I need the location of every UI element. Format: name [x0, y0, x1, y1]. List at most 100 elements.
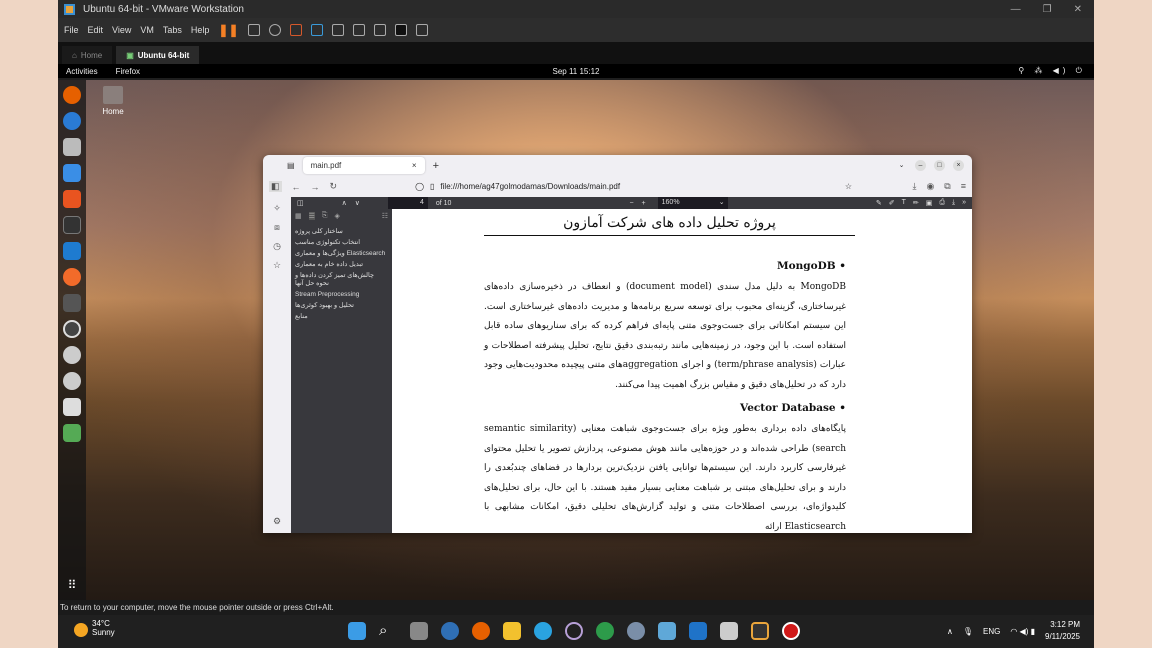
- notepad-icon[interactable]: [720, 622, 738, 640]
- outline-item[interactable]: تحلیل و بهبود کوئری‌ها: [295, 302, 388, 310]
- bookmark-star-icon[interactable]: ☆: [845, 182, 852, 191]
- updater-icon[interactable]: [63, 320, 81, 338]
- show-hidden-icons[interactable]: ∧: [947, 627, 953, 636]
- menu-edit[interactable]: Edit: [88, 25, 104, 35]
- tab-main-pdf[interactable]: main.pdf ×: [302, 157, 425, 174]
- outline-item[interactable]: تبدیل داده خام به معماری: [295, 261, 388, 269]
- outline-item[interactable]: انتخاب تکنولوژی مناسب: [295, 239, 388, 247]
- vscode-icon[interactable]: [63, 242, 81, 260]
- outline-item[interactable]: ساختار کلی پروژه: [295, 228, 388, 236]
- attachments-icon[interactable]: ⎘: [322, 212, 328, 220]
- downloads-icon[interactable]: ⤓: [912, 181, 916, 192]
- menu-help[interactable]: Help: [191, 25, 210, 35]
- task-view-icon[interactable]: [410, 622, 428, 640]
- back-button[interactable]: ←: [292, 182, 301, 192]
- zoom-select[interactable]: 160% ⌄: [657, 197, 728, 209]
- weather-widget[interactable]: 34°C Sunny: [74, 619, 115, 637]
- page-number-input[interactable]: 4: [387, 197, 428, 209]
- extensions-icon[interactable]: ⧉: [944, 181, 950, 192]
- system-tray-icons[interactable]: ⚲ ⁂ ◀) ⏻: [1018, 66, 1086, 76]
- microphone-icon[interactable]: 🎙︎: [963, 627, 973, 636]
- drive-icon[interactable]: [63, 398, 81, 416]
- prev-page-button[interactable]: ∧: [342, 199, 347, 207]
- ai-icon[interactable]: ✧: [273, 203, 281, 214]
- close-tab-icon[interactable]: ×: [412, 161, 417, 170]
- tab-home[interactable]: ⌂ Home: [62, 46, 113, 64]
- menu-tabs[interactable]: Tabs: [163, 25, 182, 35]
- software-icon[interactable]: [63, 190, 81, 208]
- network-volume-battery-icons[interactable]: ◠ ◀) ▮: [1010, 627, 1035, 636]
- image-icon[interactable]: ▣: [926, 199, 933, 207]
- menu-vm[interactable]: VM: [140, 25, 154, 35]
- app-menu[interactable]: Firefox: [116, 67, 140, 76]
- menu-file[interactable]: File: [64, 25, 79, 35]
- pause-icon[interactable]: ❚❚: [218, 23, 238, 37]
- outline-item[interactable]: Elasticsearch ویژگی‌ها و معماری: [295, 250, 388, 258]
- sidebar-toggle-icon[interactable]: ◧: [269, 181, 282, 192]
- ink-icon[interactable]: ✏: [913, 199, 919, 207]
- send-ctrl-alt-del-icon[interactable]: [247, 24, 260, 36]
- ff-close-button[interactable]: ×: [953, 160, 964, 171]
- settings-icon[interactable]: ⚙: [273, 516, 281, 527]
- tab-ubuntu[interactable]: ▣ Ubuntu 64-bit: [116, 46, 200, 64]
- toggle-outline-icon[interactable]: ◫: [297, 199, 304, 207]
- settings-taskbar-icon[interactable]: [627, 622, 645, 640]
- trash-icon[interactable]: [63, 424, 81, 442]
- highlight-icon[interactable]: ✎: [876, 199, 882, 207]
- account-icon[interactable]: ◉: [926, 181, 934, 192]
- save-icon[interactable]: ⤓: [952, 199, 955, 207]
- system-monitor-icon[interactable]: [63, 294, 81, 312]
- stretch-icon[interactable]: [415, 24, 428, 36]
- desktop-home-icon[interactable]: Home: [100, 86, 126, 116]
- download-manager-icon[interactable]: [596, 622, 614, 640]
- language-indicator[interactable]: ENG: [983, 627, 1000, 636]
- snapshot-manager-icon[interactable]: [310, 24, 323, 36]
- bookmarks-icon[interactable]: ☆: [273, 260, 281, 271]
- print-icon[interactable]: ⎙: [939, 199, 945, 207]
- next-page-button[interactable]: ∨: [355, 199, 360, 207]
- start-icon[interactable]: [348, 622, 366, 640]
- activities-button[interactable]: Activities: [66, 67, 98, 76]
- draw-icon[interactable]: ✐: [889, 199, 895, 207]
- reload-button[interactable]: ↻: [330, 181, 338, 192]
- monitor-app-icon[interactable]: [689, 622, 707, 640]
- tab-list-icon[interactable]: ▤: [287, 161, 295, 170]
- outline-item[interactable]: Stream Preprocessing: [295, 291, 388, 299]
- maximize-button[interactable]: ❐: [1043, 4, 1052, 15]
- zoom-out-button[interactable]: −: [629, 200, 633, 207]
- more-tools-icon[interactable]: »: [962, 199, 966, 207]
- outline-item[interactable]: منابع: [295, 313, 388, 321]
- terminal-icon[interactable]: [63, 216, 81, 234]
- search-icon[interactable]: ⌕: [379, 622, 397, 640]
- synced-tabs-icon[interactable]: ⧈: [274, 222, 280, 233]
- new-tab-button[interactable]: +: [433, 160, 439, 172]
- url-bar[interactable]: ◯ ▯ file:///home/ag47golmodamas/Downloads/…: [407, 179, 852, 195]
- thumbnail-icon[interactable]: [352, 24, 365, 36]
- control-panel-icon[interactable]: [658, 622, 676, 640]
- minimize-button[interactable]: —: [1011, 4, 1021, 15]
- media-player-icon[interactable]: [565, 622, 583, 640]
- firefox-taskbar-icon[interactable]: [472, 622, 490, 640]
- writer-icon[interactable]: [63, 164, 81, 182]
- ff-minimize-button[interactable]: –: [915, 160, 926, 171]
- outline-icon[interactable]: ☰: [308, 212, 315, 220]
- text-editor-icon[interactable]: [63, 268, 81, 286]
- menu-icon[interactable]: ≡: [961, 181, 966, 192]
- current-outline-icon[interactable]: ☷: [382, 212, 388, 220]
- firefox-icon[interactable]: [63, 86, 81, 104]
- snapshot-icon[interactable]: [268, 24, 281, 36]
- disc-icon-2[interactable]: [63, 372, 81, 390]
- menu-view[interactable]: View: [112, 25, 131, 35]
- tabs-dropdown-icon[interactable]: ⌄: [896, 160, 907, 171]
- taskbar-clock[interactable]: 3:12 PM 9/11/2025: [1045, 619, 1080, 643]
- ff-maximize-button[interactable]: □: [934, 160, 945, 171]
- vmware-taskbar-icon[interactable]: [751, 622, 769, 640]
- file-explorer-icon[interactable]: [503, 622, 521, 640]
- library-icon[interactable]: [331, 24, 344, 36]
- zoom-in-button[interactable]: +: [642, 200, 646, 207]
- vpn-app-icon[interactable]: [441, 622, 459, 640]
- disc-icon[interactable]: [63, 346, 81, 364]
- fullscreen-icon[interactable]: [373, 24, 386, 36]
- clock[interactable]: Sep 11 15:12: [552, 67, 599, 76]
- console-icon[interactable]: [394, 24, 407, 36]
